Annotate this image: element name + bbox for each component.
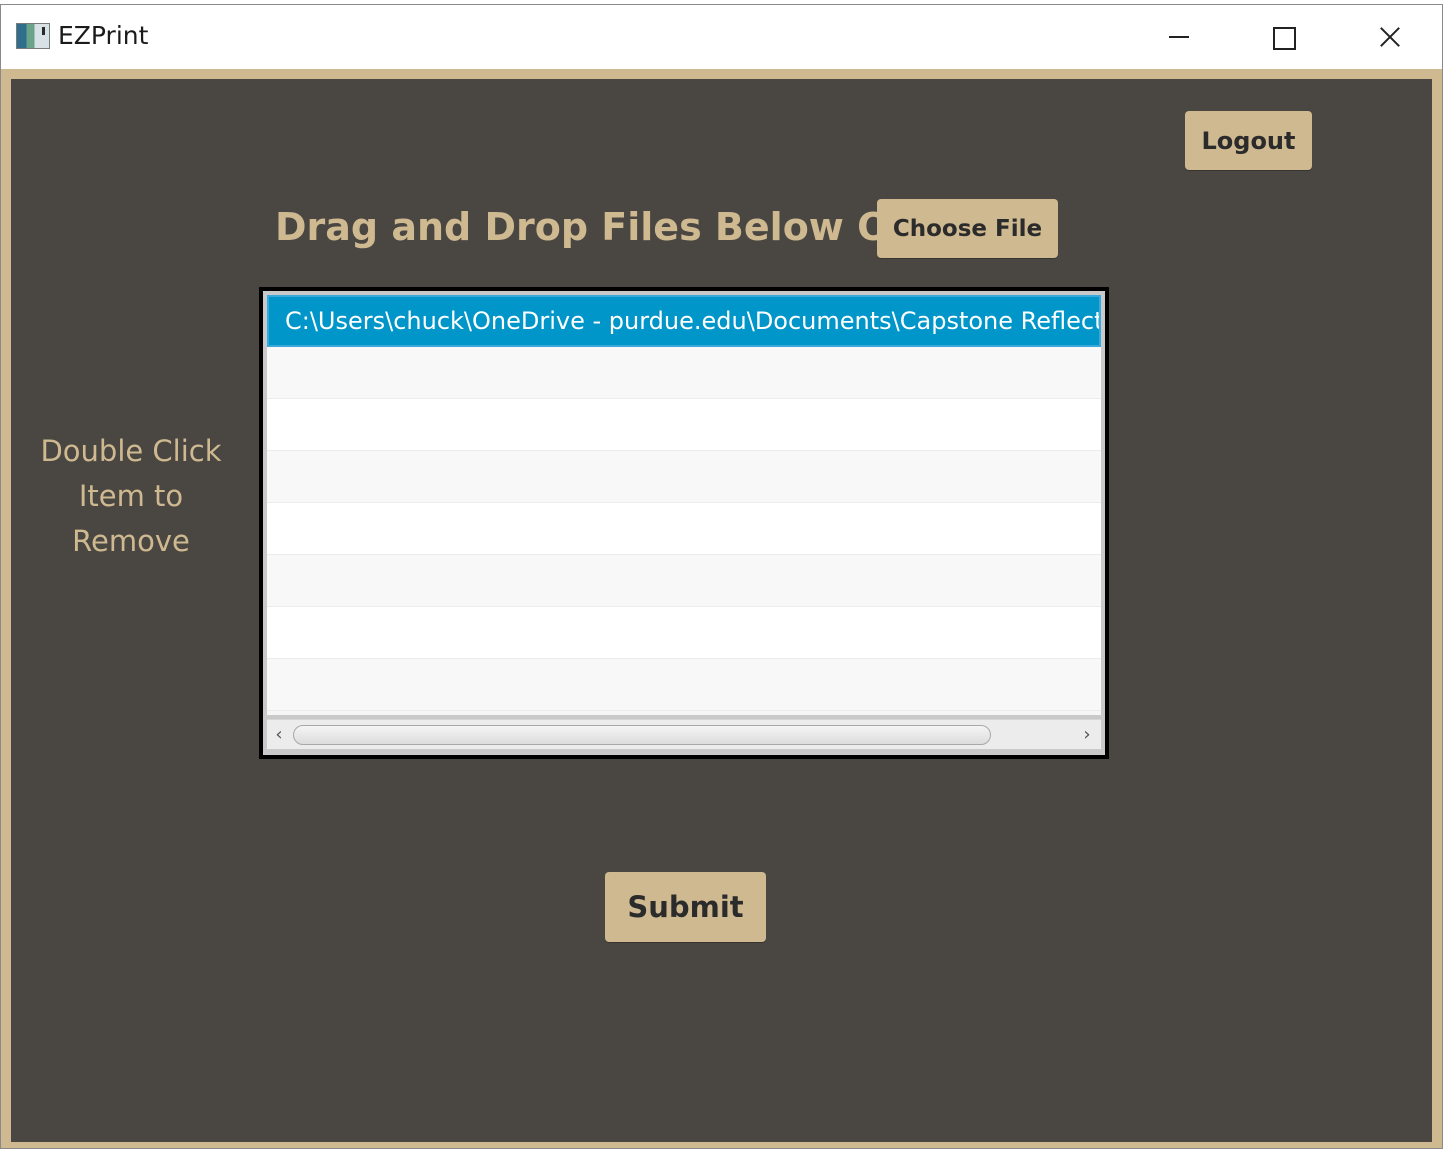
- title-bar[interactable]: EZPrint: [1, 5, 1442, 69]
- maximize-icon[interactable]: [1253, 15, 1313, 59]
- minimize-icon[interactable]: [1149, 15, 1209, 59]
- file-list-empty-row[interactable]: [267, 347, 1101, 399]
- horizontal-scrollbar[interactable]: ‹ ›: [267, 719, 1101, 749]
- drag-drop-heading: Drag and Drop Files Below Or: [275, 205, 909, 249]
- remove-hint: Double Click Item to Remove: [31, 429, 231, 564]
- remove-hint-line2: Item to: [78, 479, 184, 513]
- remove-hint-line1: Double Click: [40, 434, 222, 468]
- main-panel: Logout Drag and Drop Files Below Or Choo…: [11, 79, 1432, 1142]
- choose-file-button[interactable]: Choose File: [877, 199, 1058, 258]
- file-list-empty-row[interactable]: [267, 451, 1101, 503]
- ezprint-window: EZPrint Logout Drag and Drop Files Below…: [0, 4, 1443, 1149]
- file-list-empty-row[interactable]: [267, 503, 1101, 555]
- app-icon: [16, 23, 50, 49]
- logout-button[interactable]: Logout: [1185, 111, 1312, 170]
- file-list-empty-row[interactable]: [267, 399, 1101, 451]
- scroll-right-icon[interactable]: ›: [1079, 725, 1095, 745]
- scroll-left-icon[interactable]: ‹: [271, 725, 287, 745]
- file-list-empty-row[interactable]: [267, 607, 1101, 659]
- scrollbar-thumb[interactable]: [293, 725, 991, 745]
- file-list-item[interactable]: C:\Users\chuck\OneDrive - purdue.edu\Doc…: [267, 295, 1101, 347]
- file-list-empty-row[interactable]: [267, 659, 1101, 711]
- submit-button[interactable]: Submit: [605, 872, 766, 942]
- window-title: EZPrint: [58, 21, 149, 50]
- file-list[interactable]: C:\Users\chuck\OneDrive - purdue.edu\Doc…: [267, 295, 1101, 715]
- file-list-empty-row[interactable]: [267, 555, 1101, 607]
- file-list-container: C:\Users\chuck\OneDrive - purdue.edu\Doc…: [263, 291, 1105, 755]
- file-drop-zone[interactable]: C:\Users\chuck\OneDrive - purdue.edu\Doc…: [259, 287, 1109, 759]
- close-icon[interactable]: [1359, 15, 1419, 59]
- window-border-frame: Logout Drag and Drop Files Below Or Choo…: [1, 69, 1442, 1148]
- remove-hint-line3: Remove: [72, 524, 190, 558]
